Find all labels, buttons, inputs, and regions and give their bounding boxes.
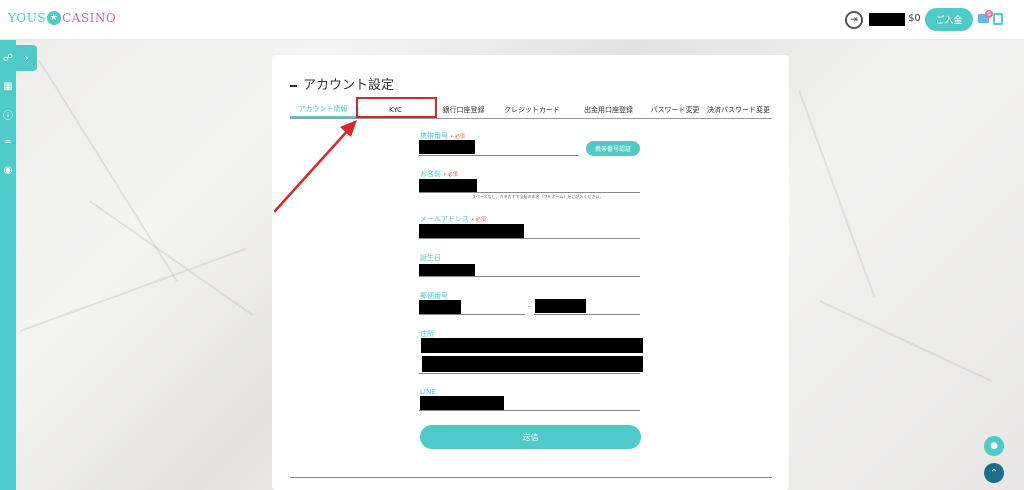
globe-icon[interactable]: ◉: [2, 164, 14, 176]
tab-credit-card[interactable]: クレジットカード: [492, 101, 572, 118]
sidebar-toggle-button[interactable]: ›: [16, 45, 37, 71]
line-value-redacted: [420, 396, 504, 410]
marble-vein: [819, 300, 993, 383]
email-label: メールアドレス • 必須: [420, 215, 486, 223]
required-mark: • 必須: [471, 217, 486, 223]
site-logo[interactable]: YOUS ★ CASINO: [8, 11, 116, 25]
scroll-top-icon[interactable]: ⌃: [984, 463, 1004, 483]
name-value-redacted: [419, 179, 477, 192]
grid-icon[interactable]: ▦: [2, 80, 14, 92]
email-input[interactable]: [419, 238, 640, 239]
phone-input[interactable]: [419, 155, 579, 156]
left-sidebar: ☍ ▦ ⓘ ⚭ ◉: [0, 40, 16, 490]
address-line1-redacted: [421, 338, 643, 353]
balance-amount: $0: [908, 13, 921, 24]
coin-icon[interactable]: ⇥: [845, 11, 863, 29]
address-input[interactable]: [419, 373, 640, 374]
line-label: LINE: [420, 388, 436, 396]
birthday-label: 誕生日: [420, 254, 441, 262]
logo-star-icon: ★: [47, 11, 62, 25]
marble-vein: [20, 247, 247, 332]
tab-withdrawal-account[interactable]: 出金用口座登録: [572, 101, 645, 118]
info-icon[interactable]: ⓘ: [2, 108, 14, 122]
address-line2-redacted: [422, 356, 643, 372]
tab-password-change[interactable]: パスワード変更: [645, 101, 705, 118]
postal-second-redacted: [535, 299, 586, 313]
balance-redacted: [869, 13, 905, 26]
line-input[interactable]: [419, 410, 640, 411]
page-title: アカウント設定: [290, 74, 394, 93]
gift-icon[interactable]: ☍: [2, 52, 14, 64]
kyc-tab-highlight: [356, 97, 437, 118]
tab-payment-password[interactable]: 決済パスワード変更: [705, 101, 772, 118]
card-divider: [290, 477, 772, 478]
name-note: スペースなし、カタカナで全角の本名（フルネーム）をご記入ください。: [472, 194, 604, 199]
birthday-value-redacted: [419, 264, 475, 276]
verify-phone-button[interactable]: 携帯番号認証: [586, 141, 640, 156]
marble-vein: [88, 200, 254, 317]
tab-account-info[interactable]: アカウント情報: [290, 101, 356, 118]
chat-icon[interactable]: ●: [984, 436, 1004, 456]
required-mark: • 必須: [443, 172, 458, 178]
mail-badge: 9: [985, 10, 993, 18]
logo-text-yous: YOUS: [8, 11, 47, 25]
postal-first-input[interactable]: [419, 314, 525, 315]
phone-value-redacted: [419, 140, 475, 154]
logout-icon[interactable]: [993, 13, 1003, 25]
deposit-button[interactable]: ご入金: [925, 8, 973, 31]
logo-text-casino: CASINO: [62, 11, 117, 25]
marble-vein: [798, 90, 876, 298]
email-value-redacted: [419, 224, 524, 238]
tab-bank-account[interactable]: 銀行口座登録: [435, 101, 492, 118]
birthday-input[interactable]: [419, 276, 640, 277]
link-icon[interactable]: ⚭: [2, 136, 14, 148]
submit-button[interactable]: 送信: [420, 425, 641, 449]
postal-second-input[interactable]: [534, 314, 640, 315]
postal-separator: -: [528, 303, 531, 310]
name-label: お名前 • 必須: [420, 170, 458, 178]
postal-first-redacted: [419, 300, 461, 314]
top-header: YOUS ★ CASINO ⇥ $0 ご入金 9: [0, 0, 1024, 40]
name-input[interactable]: [419, 192, 640, 193]
